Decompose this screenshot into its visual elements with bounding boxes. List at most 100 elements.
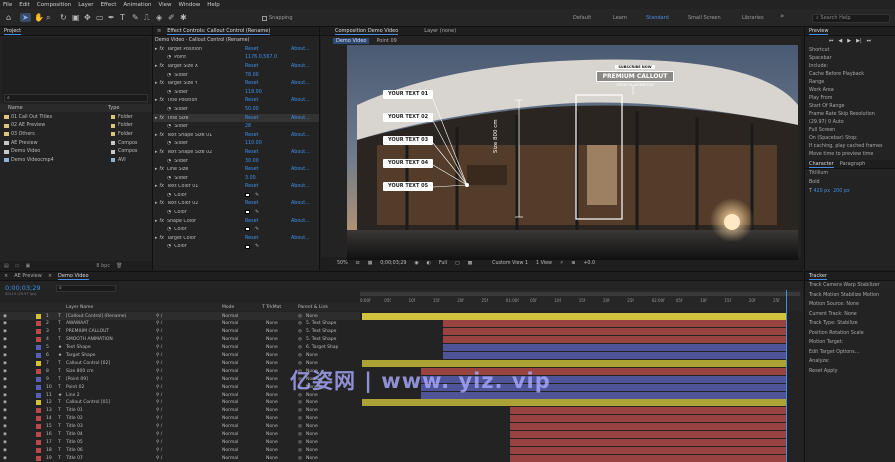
fx-badge[interactable]: fx — [159, 236, 164, 241]
preview-option[interactable]: Shortcut — [805, 46, 895, 54]
snapping-checkbox[interactable] — [262, 16, 267, 21]
tracker-option[interactable]: Reset Apply — [805, 367, 895, 377]
composition-viewer[interactable]: YOUR TEXT 01 YOUR TEXT 02 YOUR TEXT 03 Y… — [347, 45, 798, 260]
breadcrumb-demo-video[interactable]: Demo Video — [333, 37, 370, 44]
resolution-dropdown[interactable]: Full — [439, 261, 447, 266]
close-icon[interactable]: × — [48, 273, 52, 279]
label-color[interactable] — [36, 376, 41, 382]
play-icon[interactable]: ▶ — [847, 38, 851, 44]
expand-icon[interactable]: ▸ — [155, 133, 157, 138]
layer-name[interactable]: Title 05 — [66, 440, 83, 445]
effect-value[interactable]: Reset — [245, 167, 258, 172]
switches-icon[interactable]: ⚲ / — [156, 393, 162, 398]
layer-name[interactable]: Title 06 — [66, 448, 83, 453]
stopwatch-icon[interactable]: ◔ — [167, 193, 171, 198]
effect-value[interactable]: Reset — [245, 184, 258, 189]
mode-dropdown[interactable]: Normal — [222, 321, 238, 326]
parent-pickwhip-icon[interactable]: ◎ — [298, 456, 302, 461]
trkmat-dropdown[interactable]: None — [266, 432, 278, 437]
menu-window[interactable]: Window — [179, 2, 201, 8]
parent-pickwhip-icon[interactable]: ◎ — [298, 440, 302, 445]
expand-icon[interactable]: ▸ — [155, 201, 157, 206]
layer-duration-bar[interactable] — [510, 415, 786, 423]
visibility-icon[interactable]: ◉ — [3, 456, 7, 461]
color-swatch[interactable] — [245, 244, 250, 249]
trkmat-dropdown[interactable]: None — [266, 361, 278, 366]
mode-dropdown[interactable]: Normal — [222, 377, 238, 382]
effect-value[interactable]: Reset — [245, 64, 258, 69]
mode-dropdown[interactable]: Normal — [222, 361, 238, 366]
effect-value[interactable]: Reset — [245, 98, 258, 103]
preview-option[interactable]: Range — [805, 78, 895, 86]
fast-preview-icon[interactable]: ⚡ — [560, 261, 563, 266]
layer-name[interactable]: SMOOTH ANIMATION — [66, 337, 113, 342]
pen-tool-icon[interactable]: ✒ — [108, 13, 115, 22]
preview-option[interactable]: Move time to preview time — [805, 150, 895, 158]
eyedropper-icon[interactable]: ✎ — [255, 244, 259, 249]
color-swatch[interactable] — [245, 227, 250, 232]
effect-value[interactable]: Reset — [245, 81, 258, 86]
parent-dropdown[interactable]: None — [306, 400, 318, 405]
visibility-icon[interactable]: ◉ — [3, 353, 7, 358]
visibility-icon[interactable]: ◉ — [3, 337, 7, 342]
effect-row[interactable]: ▸ fx Text Color 02 Reset About... — [153, 200, 319, 209]
effect-property-row[interactable]: ◔ Slider 110.00 — [153, 140, 319, 149]
zoom-tool-icon[interactable]: ⌕ — [46, 13, 50, 23]
visibility-icon[interactable]: ◉ — [3, 314, 7, 319]
layer-row[interactable]: ◉ 2 T AWAWAAT ⚲ / Normal None ◎ 5. Text Shape — [0, 320, 360, 328]
trkmat-dropdown[interactable]: None — [266, 321, 278, 326]
new-folder-icon[interactable]: ▭ — [15, 263, 20, 269]
next-frame-icon[interactable]: ▶| — [856, 38, 862, 44]
visibility-icon[interactable]: ◉ — [3, 369, 7, 374]
fx-badge[interactable]: fx — [159, 150, 164, 155]
camera-tool-icon[interactable]: ▣ — [72, 13, 80, 22]
switches-icon[interactable]: ⚲ / — [156, 353, 162, 358]
visibility-icon[interactable]: ◉ — [3, 377, 7, 382]
parent-dropdown[interactable]: None — [306, 456, 318, 461]
tab-project[interactable]: Project — [4, 28, 22, 35]
preview-option[interactable]: If caching, play cached frames — [805, 142, 895, 150]
trkmat-dropdown[interactable]: None — [266, 385, 278, 390]
effect-property-row[interactable]: ◔ Color ✎ — [153, 243, 319, 252]
visibility-icon[interactable]: ◉ — [3, 393, 7, 398]
label-color[interactable] — [36, 345, 41, 351]
layer-row[interactable]: ◉ 12 T Callout Control [01] ⚲ / Normal None ◎ No… — [0, 399, 360, 407]
menu-view[interactable]: View — [158, 2, 171, 8]
switches-icon[interactable]: ⚲ / — [156, 385, 162, 390]
switches-icon[interactable]: ⚲ / — [156, 400, 162, 405]
workspace-default[interactable]: Default — [573, 15, 591, 21]
effect-row[interactable]: ▸ fx Text Shape Size 02 Reset About... — [153, 148, 319, 157]
eraser-tool-icon[interactable]: ◈ — [156, 13, 162, 22]
pan-tool-icon[interactable]: ✥ — [84, 13, 91, 22]
fx-badge[interactable]: fx — [159, 167, 164, 172]
layer-row[interactable]: ◉ 19 T Title 07 ⚲ / Normal None ◎ None — [0, 454, 360, 462]
exposure-value[interactable]: +0.0 — [583, 261, 595, 266]
layer-row[interactable]: ◉ 3 T PREMIUM CALLOUT ⚲ / Normal None ◎ 5. Text … — [0, 328, 360, 336]
label-color[interactable] — [36, 384, 41, 390]
trkmat-dropdown[interactable]: None — [266, 456, 278, 461]
tab-effect-controls[interactable]: Effect Controls: Callout Control (Rename… — [167, 28, 271, 35]
playhead[interactable] — [786, 290, 787, 462]
grid-icon[interactable]: ▦ — [368, 261, 373, 266]
effect-about[interactable]: About... — [291, 184, 310, 189]
parent-pickwhip-icon[interactable]: ◎ — [298, 337, 302, 342]
visibility-icon[interactable]: ◉ — [3, 329, 7, 334]
layer-duration-bar[interactable] — [442, 336, 786, 344]
trkmat-dropdown[interactable]: None — [266, 400, 278, 405]
effect-about[interactable]: About... — [291, 219, 310, 224]
fx-badge[interactable]: fx — [159, 81, 164, 86]
eyedropper-icon[interactable]: ✎ — [255, 210, 259, 215]
layer-name[interactable]: AWAWAAT — [66, 321, 89, 326]
breadcrumb-point-09[interactable]: Point 09 — [373, 38, 399, 44]
switches-icon[interactable]: ⚲ / — [156, 377, 162, 382]
effect-value[interactable]: 78.00 — [245, 73, 259, 78]
expand-icon[interactable]: ▸ — [155, 64, 157, 69]
menu-help[interactable]: Help — [207, 2, 220, 8]
stopwatch-icon[interactable]: ◔ — [167, 73, 171, 78]
effect-value[interactable]: Reset — [245, 47, 258, 52]
effect-row[interactable]: ▸ fx Title Position Reset About... — [153, 97, 319, 106]
project-item[interactable]: 03 Others Folder — [0, 130, 152, 139]
effect-row[interactable]: ▸ fx Target Position Reset About... — [153, 45, 319, 54]
menu-effect[interactable]: Effect — [101, 2, 117, 8]
timeline-timecode[interactable]: 0;00;03;29 — [5, 284, 41, 292]
